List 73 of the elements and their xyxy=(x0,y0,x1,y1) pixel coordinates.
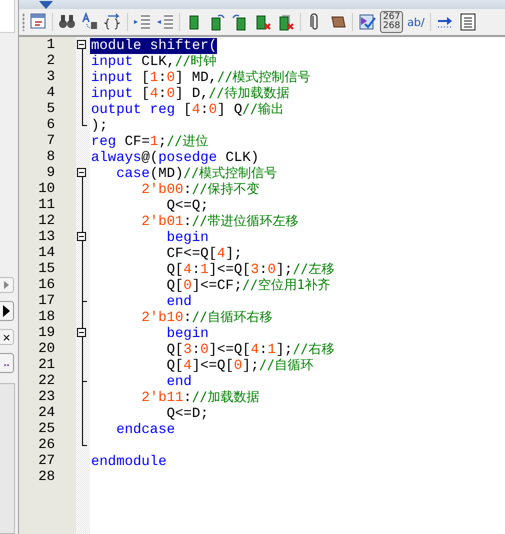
code-line: end xyxy=(166,374,192,390)
triangle-right-icon xyxy=(3,305,10,317)
scroll-right-button[interactable] xyxy=(0,277,14,293)
code-line: Q[4:1]<=Q[3:0];//左移 xyxy=(166,262,334,278)
line-number: 24 xyxy=(37,405,56,421)
line-number: 3 xyxy=(46,69,56,85)
line-number: 19 xyxy=(37,325,56,341)
scrollbar[interactable] xyxy=(0,383,15,534)
line-number: 27 xyxy=(37,453,56,469)
line-number: 23 xyxy=(37,389,56,405)
code-line: 2'b00://保持不变 xyxy=(140,182,260,198)
text-list-button[interactable] xyxy=(458,11,478,33)
code-line: 2'b11://加载数据 xyxy=(140,390,260,406)
line-number: 5 xyxy=(46,101,56,117)
code-line: Q<=D; xyxy=(166,406,209,422)
checklist-icon xyxy=(358,12,376,32)
line-number: 16 xyxy=(37,277,56,293)
code-line: input CLK,//时钟 xyxy=(90,54,217,70)
collapse-icon[interactable] xyxy=(77,168,86,177)
code-line: Q[0]<=CF;//空位用1补齐 xyxy=(166,278,331,294)
line-number: 28 xyxy=(37,469,56,485)
code-line: case(MD)//模式控制信号 xyxy=(115,166,278,182)
close-button[interactable]: × xyxy=(0,329,14,345)
code-line: end xyxy=(166,294,192,310)
line-number: 1 xyxy=(46,37,56,53)
code-line: input [4:0] D,//待加载数据 xyxy=(90,86,290,102)
find-replace-button[interactable]: ab/ xyxy=(406,11,426,33)
code-line: begin xyxy=(166,326,209,342)
code-line: CF<=Q[4]; xyxy=(166,246,242,262)
code-line: reg CF=1;//进位 xyxy=(90,134,208,150)
line-number: 22 xyxy=(37,373,56,389)
code-line: begin xyxy=(166,230,209,246)
line-number: 17 xyxy=(37,293,56,309)
line-number: 20 xyxy=(37,341,56,357)
line-number: 14 xyxy=(37,245,56,261)
text-list-icon xyxy=(458,12,477,32)
collapse-icon[interactable] xyxy=(77,328,86,337)
code-line: 2'b01://带进位循环左移 xyxy=(140,214,298,230)
code-line: endmodule xyxy=(90,454,167,470)
replace-icon xyxy=(81,12,99,32)
code-line: output reg [4:0] Q//输出 xyxy=(90,102,284,118)
list-panel xyxy=(0,0,15,33)
more-button[interactable]: .. xyxy=(0,353,14,373)
triangle-right-icon xyxy=(4,281,9,289)
collapse-icon[interactable] xyxy=(77,40,86,49)
line-number: 13 xyxy=(37,229,56,245)
line-number: 7 xyxy=(46,133,56,149)
code-line: input [1:0] MD,//模式控制信号 xyxy=(90,70,311,86)
code-line: endcase xyxy=(115,422,176,438)
collapse-icon[interactable] xyxy=(77,232,86,241)
code-line: ); xyxy=(90,118,108,134)
code-line: 2'b10://自循环右移 xyxy=(140,310,272,326)
expand-button[interactable] xyxy=(0,301,14,321)
line-number: 4 xyxy=(46,85,56,101)
line-number: 9 xyxy=(46,165,56,181)
braces-arrow-icon xyxy=(104,12,122,32)
line-number: 15 xyxy=(37,261,56,277)
line-number: 12 xyxy=(37,213,56,229)
line-number: 10 xyxy=(37,181,56,197)
line-number: 26 xyxy=(37,437,56,453)
code-line: Q[4]<=Q[0];//自循环 xyxy=(166,358,314,374)
bookmarks-delete-icon xyxy=(277,12,295,32)
line-numbers-button[interactable]: 267 268 xyxy=(380,11,404,33)
line-number: 21 xyxy=(37,357,56,373)
line-number: 25 xyxy=(37,421,56,437)
code-line: always@(posedge CLK) xyxy=(90,150,260,166)
line-number: 18 xyxy=(37,309,56,325)
code-line: Q<=Q; xyxy=(166,198,209,214)
line-number: 2 xyxy=(46,53,56,69)
line-number: 8 xyxy=(46,149,56,165)
code-line: Q[3:0]<=Q[4:1];//右移 xyxy=(166,342,334,358)
line-number: 11 xyxy=(37,197,56,213)
line-number: 6 xyxy=(46,117,56,133)
